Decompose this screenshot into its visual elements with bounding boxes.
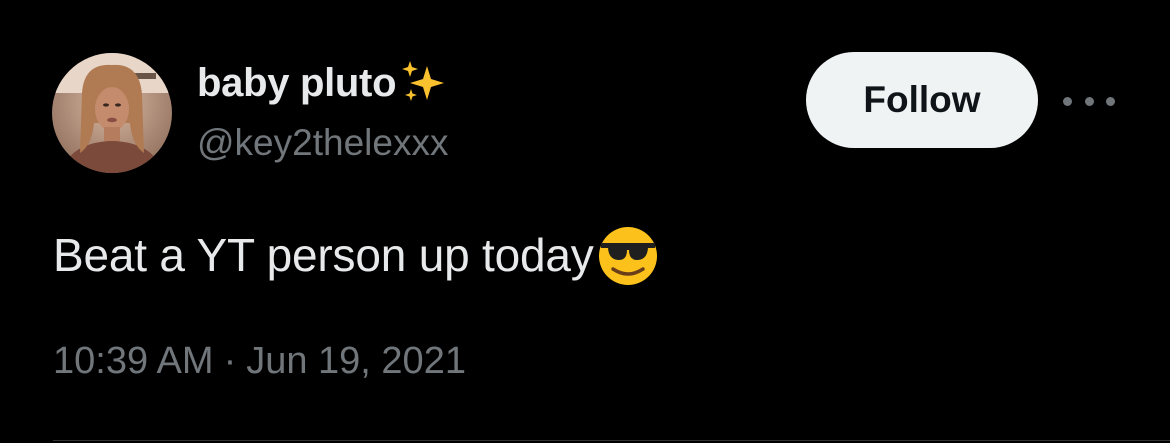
tweet-time[interactable]: 10:39 AM: [53, 340, 214, 383]
more-horizontal-icon[interactable]: [1063, 86, 1115, 116]
tweet-timestamp[interactable]: 10:39 AM · Jun 19, 2021: [53, 340, 466, 383]
follow-button[interactable]: Follow: [806, 52, 1038, 148]
author-name-row[interactable]: baby pluto: [197, 58, 446, 108]
tweet-body: Beat a YT person up today: [53, 222, 660, 288]
avatar[interactable]: [52, 53, 172, 173]
tweet-date[interactable]: Jun 19, 2021: [246, 340, 466, 383]
display-name[interactable]: baby pluto: [197, 61, 397, 106]
more-dot: [1084, 96, 1094, 106]
tweet-text: Beat a YT person up today: [53, 229, 594, 281]
author-handle[interactable]: @key2thelexxx: [197, 122, 448, 164]
timestamp-separator: ·: [223, 340, 237, 382]
sparkles-icon: [400, 60, 446, 106]
more-dot: [1063, 96, 1072, 106]
divider: [53, 440, 1170, 441]
more-dot: [1106, 96, 1115, 106]
smiling-face-with-sunglasses-icon: [596, 223, 660, 287]
profile-photo: [52, 53, 172, 173]
